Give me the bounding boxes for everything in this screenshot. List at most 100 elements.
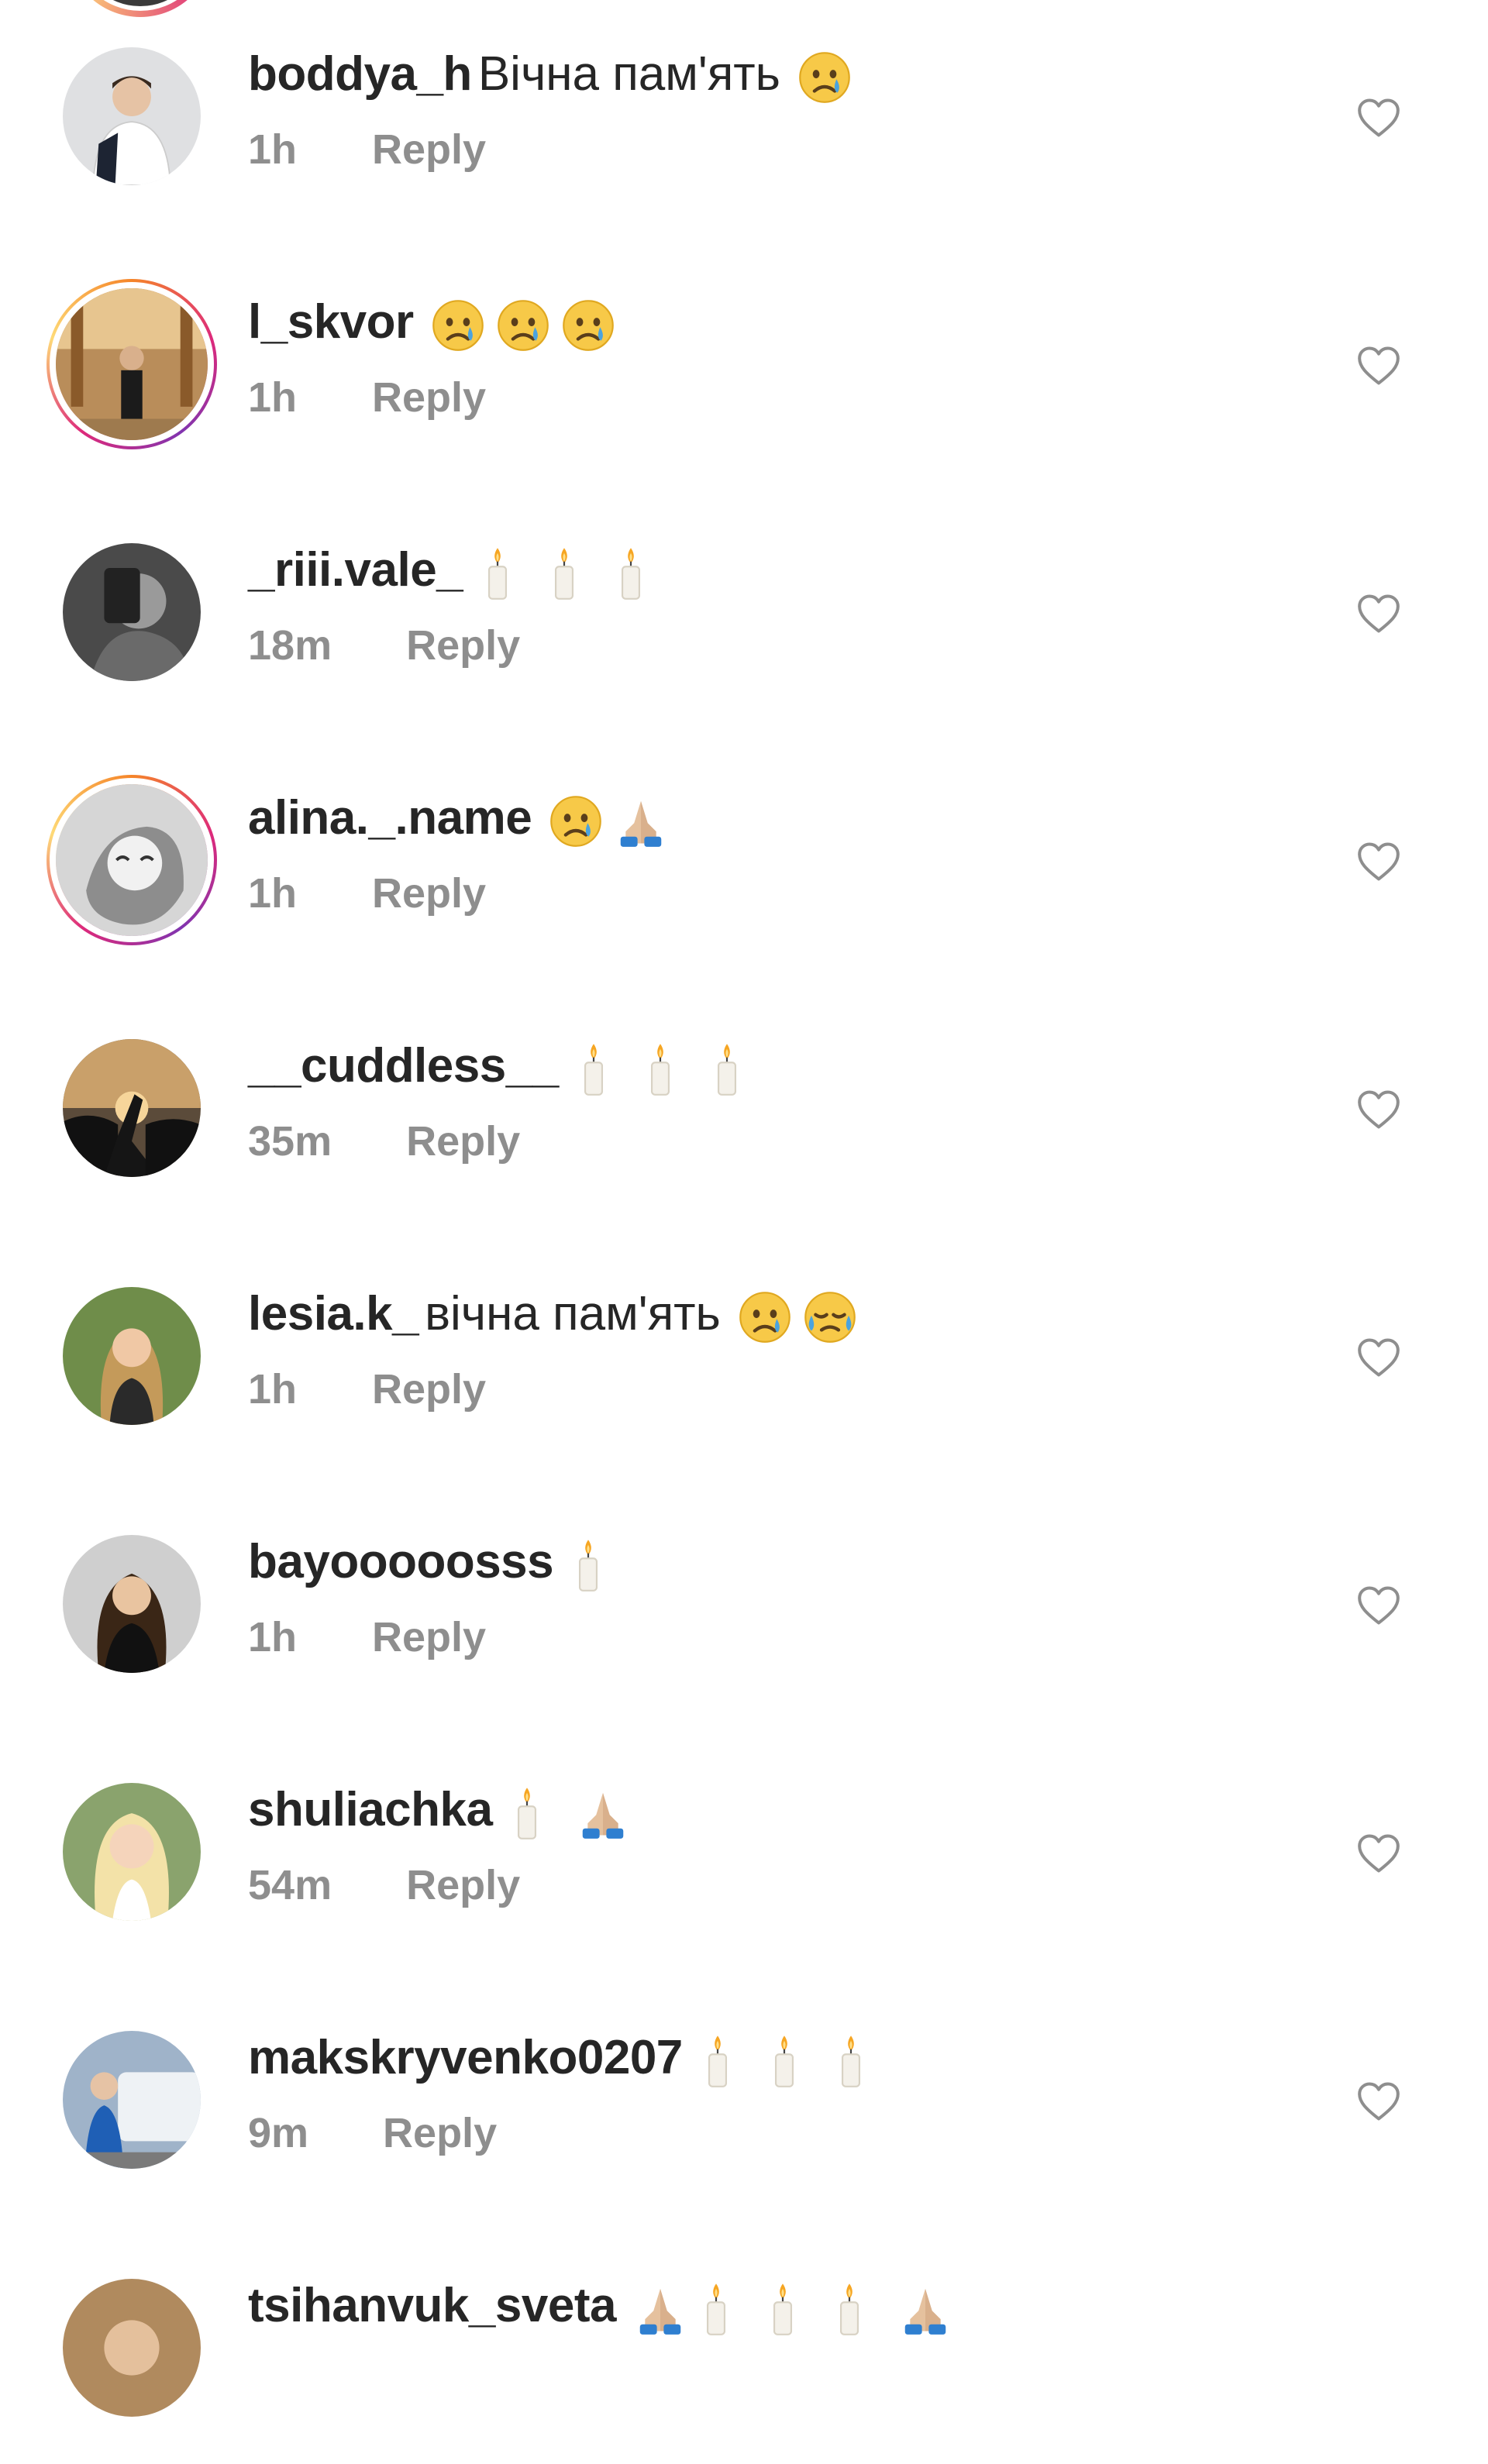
avatar-wrapper[interactable]: [46, 1519, 217, 1689]
avatar-wrapper[interactable]: [46, 1023, 217, 1193]
comment-item: boddya_h Вічна пам'ять 1h Reply: [0, 0, 1488, 232]
comment-meta: 35m Reply: [248, 1117, 520, 1165]
comment-item: bayooooosss 1h Reply: [0, 1488, 1488, 1720]
candle-icon: [570, 1538, 606, 1592]
comment-timestamp: 9m: [248, 2110, 309, 2156]
comment-username[interactable]: alina._.name: [248, 791, 532, 845]
comment-emojis: [431, 296, 626, 355]
avatar[interactable]: [63, 47, 201, 185]
reply-button[interactable]: Reply: [372, 1613, 486, 1661]
folded-hands-icon: [633, 2282, 687, 2336]
comment-username[interactable]: makskryvenko0207: [248, 2031, 683, 2084]
reply-button[interactable]: Reply: [372, 126, 486, 174]
comment-emojis: [797, 48, 863, 107]
avatar-wrapper[interactable]: [46, 1271, 217, 1441]
crying-face-icon: [431, 298, 485, 353]
comment-emojis: [738, 1288, 868, 1347]
avatar[interactable]: [63, 1535, 201, 1673]
avatar[interactable]: [63, 1287, 201, 1425]
candle-icon: [546, 546, 582, 601]
comment-line: makskryvenko0207: [248, 2029, 900, 2091]
avatar-wrapper[interactable]: [46, 527, 217, 697]
comment-meta: 1h Reply: [248, 373, 486, 422]
heart-outline-icon[interactable]: [1356, 346, 1401, 386]
comment-line: shuliachka: [248, 1781, 641, 1843]
avatar[interactable]: [63, 2279, 201, 2417]
comment-emojis: [700, 2032, 900, 2091]
comment-meta: 54m Reply: [248, 1861, 520, 1909]
reply-button[interactable]: Reply: [372, 373, 486, 422]
comment-meta: 1h Reply: [248, 126, 486, 174]
comment-item: makskryvenko0207 9m Reply: [0, 1984, 1488, 2216]
heart-outline-icon[interactable]: [1356, 1089, 1401, 1130]
comment-text: вічна пам'ять: [425, 1287, 721, 1340]
avatar[interactable]: [63, 2031, 201, 2169]
avatar[interactable]: [50, 778, 214, 942]
heart-outline-icon[interactable]: [1356, 98, 1401, 138]
comment-emojis: [633, 2280, 963, 2338]
crying-face-icon: [496, 298, 550, 353]
folded-hands-icon: [614, 794, 668, 848]
comment-emojis: [480, 544, 680, 603]
candle-icon: [698, 2282, 734, 2336]
comment-meta: 18m Reply: [248, 621, 520, 669]
comment-line: alina._.name: [248, 789, 679, 851]
comment-timestamp: 1h: [248, 1614, 298, 1660]
story-ring[interactable]: [46, 279, 217, 449]
comment-username[interactable]: lesia.k_: [248, 1287, 419, 1340]
comment-username[interactable]: __cuddless__: [248, 1039, 559, 1093]
avatar-wrapper[interactable]: [46, 2015, 217, 2185]
reply-button[interactable]: Reply: [406, 1117, 520, 1165]
avatar-wrapper[interactable]: [46, 31, 217, 201]
avatar[interactable]: [50, 282, 214, 446]
heart-outline-icon[interactable]: [1356, 594, 1401, 634]
reply-button[interactable]: Reply: [372, 1365, 486, 1413]
story-ring[interactable]: [46, 775, 217, 945]
reply-button[interactable]: Reply: [406, 621, 520, 669]
comment-line: boddya_h Вічна пам'ять: [248, 45, 863, 107]
comment-meta: 1h Reply: [248, 1613, 486, 1661]
comment-username[interactable]: bayooooosss: [248, 1535, 554, 1588]
comment-username[interactable]: l_skvor: [248, 295, 414, 349]
avatar-wrapper[interactable]: [46, 2263, 217, 2433]
crying-face-icon: [549, 794, 603, 848]
reply-button[interactable]: Reply: [383, 2109, 497, 2157]
heart-outline-icon[interactable]: [1356, 1585, 1401, 1626]
comment-timestamp: 54m: [248, 1862, 332, 1908]
heart-outline-icon[interactable]: [1356, 1833, 1401, 1874]
heart-outline-icon[interactable]: [1356, 841, 1401, 882]
folded-hands-icon: [898, 2282, 952, 2336]
avatar[interactable]: [63, 1783, 201, 1921]
comment-line: bayooooosss: [248, 1533, 637, 1595]
comment-meta: 1h Reply: [248, 869, 486, 917]
comment-item: shuliachka 54m Reply: [0, 1736, 1488, 1968]
comment-item: __cuddless__ 35m Reply: [0, 992, 1488, 1224]
crying-face-icon: [561, 298, 615, 353]
candle-icon: [709, 1042, 745, 1096]
comment-timestamp: 1h: [248, 1366, 298, 1413]
comment-line: tsihanvuk_sveta: [248, 2276, 963, 2338]
comment-username[interactable]: shuliachka: [248, 1783, 493, 1836]
comment-timestamp: 18m: [248, 622, 332, 669]
avatar[interactable]: [63, 1039, 201, 1177]
candle-icon: [832, 2282, 867, 2336]
comment-username[interactable]: boddya_h: [248, 47, 472, 101]
comment-item: lesia.k_ вічна пам'ять 1h Reply: [0, 1240, 1488, 1472]
reply-button[interactable]: Reply: [406, 1861, 520, 1909]
comment-timestamp: 1h: [248, 126, 298, 173]
sad-relieved-face-icon: [803, 1290, 857, 1344]
heart-outline-icon[interactable]: [1356, 2081, 1401, 2122]
candle-icon: [833, 2034, 869, 2088]
reply-button[interactable]: Reply: [372, 869, 486, 917]
avatar[interactable]: [63, 543, 201, 681]
heart-outline-icon[interactable]: [1356, 1337, 1401, 1378]
comment-meta: 9m Reply: [248, 2109, 497, 2157]
comment-username[interactable]: _riii.vale_: [248, 543, 463, 597]
comment-timestamp: 1h: [248, 870, 298, 917]
comment-username[interactable]: tsihanvuk_sveta: [248, 2279, 616, 2332]
comment-line: __cuddless__: [248, 1037, 776, 1099]
candle-icon: [700, 2034, 735, 2088]
comment-item: alina._.name 1h Reply: [0, 744, 1488, 976]
candle-icon: [509, 1786, 545, 1840]
avatar-wrapper[interactable]: [46, 1767, 217, 1937]
